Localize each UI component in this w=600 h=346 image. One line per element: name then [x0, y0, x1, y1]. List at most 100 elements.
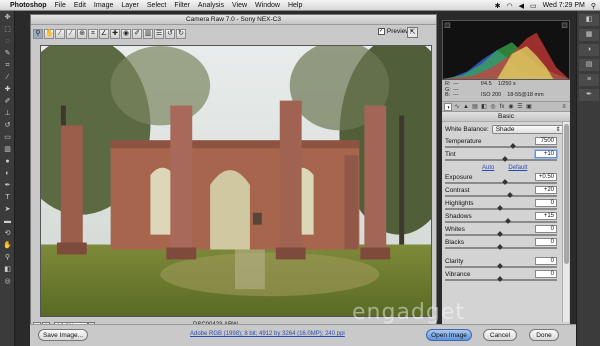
adjustments-panel-icon[interactable]: ◑	[579, 44, 599, 56]
marquee-tool-icon[interactable]: ⬚	[1, 24, 14, 35]
preview-checkbox[interactable]: ✓	[377, 28, 385, 35]
cancel-button[interactable]: Cancel	[483, 329, 517, 341]
menu-view[interactable]: View	[232, 2, 247, 9]
menu-clock[interactable]: Wed 7:29 PM	[543, 2, 585, 9]
zoom-icon[interactable]: ⚲	[33, 29, 43, 39]
channels-panel-icon[interactable]: ≡	[579, 74, 599, 86]
effects-tab-icon[interactable]: fx	[498, 103, 506, 111]
lasso-tool-icon[interactable]: ◌	[1, 36, 14, 47]
presets-tab-icon[interactable]: ☰	[516, 103, 524, 111]
menu-window[interactable]: Window	[255, 2, 280, 9]
hsl-tab-icon[interactable]: ▤	[471, 103, 479, 111]
preview-toggle[interactable]: ✓ Preview	[377, 28, 410, 35]
dodge-tool-icon[interactable]: ◐	[1, 168, 14, 179]
slider-value-field[interactable]: +0.50	[535, 173, 557, 181]
slider-value-field[interactable]: +15	[535, 212, 557, 220]
color-panel-icon[interactable]: ◧	[579, 14, 599, 26]
gradient-tool-icon[interactable]: ▥	[1, 144, 14, 155]
slider-value-field[interactable]: +10	[535, 150, 557, 158]
quick-mask-icon[interactable]: ◎	[1, 276, 14, 287]
3d-rotate-icon[interactable]: ⟲	[1, 228, 14, 239]
menu-file[interactable]: File	[55, 2, 66, 9]
brush-tool-icon[interactable]: ✐	[1, 96, 14, 107]
pen-tool-icon[interactable]: ✒	[1, 180, 14, 191]
panel-menu-icon[interactable]: ≡	[560, 103, 568, 111]
rotate-right-icon[interactable]: ↻	[176, 29, 186, 39]
zoom-tool-icon[interactable]: ⚲	[1, 252, 14, 263]
basic-tab-icon[interactable]: ◑	[444, 102, 452, 111]
menu-edit[interactable]: Edit	[74, 2, 86, 9]
default-link[interactable]: Default	[508, 165, 527, 171]
slider-track[interactable]	[445, 159, 557, 161]
detail-tab-icon[interactable]: ▲	[462, 103, 470, 111]
adjustment-brush-icon[interactable]: ✐	[132, 29, 142, 39]
battery-icon[interactable]: ▭	[530, 2, 537, 10]
straighten-icon[interactable]: ∠	[99, 29, 109, 39]
rotate-left-icon[interactable]: ↺	[165, 29, 175, 39]
menu-layer[interactable]: Layer	[121, 2, 139, 9]
history-brush-icon[interactable]: ↺	[1, 120, 14, 131]
slider-value-field[interactable]: 7500	[535, 137, 557, 145]
path-select-icon[interactable]: ➤	[1, 204, 14, 215]
hand-icon[interactable]: ✋	[44, 29, 54, 39]
slider-value-field[interactable]: 0	[535, 199, 557, 207]
bluetooth-icon[interactable]: ✱	[495, 2, 501, 10]
auto-link[interactable]: Auto	[482, 165, 494, 171]
swatches-panel-icon[interactable]: ▦	[579, 29, 599, 41]
image-preview[interactable]	[40, 45, 432, 317]
split-toning-tab-icon[interactable]: ◧	[480, 103, 488, 111]
menu-analysis[interactable]: Analysis	[198, 2, 224, 9]
spotlight-icon[interactable]: ⚲	[591, 2, 596, 10]
scrollbar-thumb[interactable]	[564, 124, 569, 264]
menu-filter[interactable]: Filter	[174, 2, 190, 9]
crop-icon[interactable]: ⌗	[88, 29, 98, 39]
slider-value-field[interactable]: +20	[535, 186, 557, 194]
paths-panel-icon[interactable]: ✒	[579, 89, 599, 101]
panel-scrollbar[interactable]	[562, 122, 569, 322]
stamp-tool-icon[interactable]: ⊥	[1, 108, 14, 119]
tone-curve-tab-icon[interactable]: ∿	[453, 103, 461, 111]
done-button[interactable]: Done	[529, 329, 559, 341]
color-swatch-icon[interactable]: ◧	[1, 264, 14, 275]
white-balance-icon[interactable]: ⁄	[55, 29, 65, 39]
layers-panel-icon[interactable]: ▤	[579, 59, 599, 71]
type-tool-icon[interactable]: T	[1, 192, 14, 203]
menu-app[interactable]: Photoshop	[10, 2, 47, 9]
hand-tool-icon[interactable]: ✋	[1, 240, 14, 251]
menu-image[interactable]: Image	[94, 2, 113, 9]
healing-tool-icon[interactable]: ✚	[1, 84, 14, 95]
slider-value-field[interactable]: 0	[535, 238, 557, 246]
slider-value-field[interactable]: 0	[535, 257, 557, 265]
save-image-button[interactable]: Save Image...	[38, 329, 88, 341]
snapshots-tab-icon[interactable]: ▣	[525, 103, 533, 111]
slider-track[interactable]	[445, 221, 557, 223]
menu-help[interactable]: Help	[288, 2, 302, 9]
crop-tool-icon[interactable]: ⌗	[1, 60, 14, 71]
volume-icon[interactable]: ◀	[519, 2, 524, 10]
fullscreen-icon[interactable]: ⇱	[407, 27, 418, 38]
wifi-icon[interactable]: ◠	[506, 2, 512, 10]
quick-select-tool-icon[interactable]: ✎	[1, 48, 14, 59]
spot-removal-icon[interactable]: ✚	[110, 29, 120, 39]
slider-value-field[interactable]: 0	[535, 270, 557, 278]
move-tool-icon[interactable]: ✥	[1, 12, 14, 23]
shape-tool-icon[interactable]: ▬	[1, 216, 14, 227]
lens-corrections-tab-icon[interactable]: ◎	[489, 103, 497, 111]
red-eye-icon[interactable]: ◉	[121, 29, 131, 39]
slider-track[interactable]	[445, 146, 557, 148]
blur-tool-icon[interactable]: ●	[1, 156, 14, 167]
preferences-icon[interactable]: ☰	[154, 29, 164, 39]
eyedropper-tool-icon[interactable]: ⁄	[1, 72, 14, 83]
workflow-options-link[interactable]: Adobe RGB (1998); 8 bit; 4912 by 3264 (1…	[190, 331, 345, 337]
graduated-filter-icon[interactable]: ▥	[143, 29, 153, 39]
slider-track[interactable]	[445, 195, 557, 197]
slider-value-field[interactable]: 0	[535, 225, 557, 233]
color-sampler-icon[interactable]: ⁄	[66, 29, 76, 39]
eraser-tool-icon[interactable]: ▭	[1, 132, 14, 143]
slider-track[interactable]	[445, 182, 557, 184]
targeted-adjust-icon[interactable]: ⊕	[77, 29, 87, 39]
white-balance-select[interactable]: Shade	[491, 125, 564, 134]
menu-select[interactable]: Select	[147, 2, 166, 9]
camera-calibration-tab-icon[interactable]: ◉	[507, 103, 515, 111]
open-image-button[interactable]: Open Image	[426, 329, 472, 341]
